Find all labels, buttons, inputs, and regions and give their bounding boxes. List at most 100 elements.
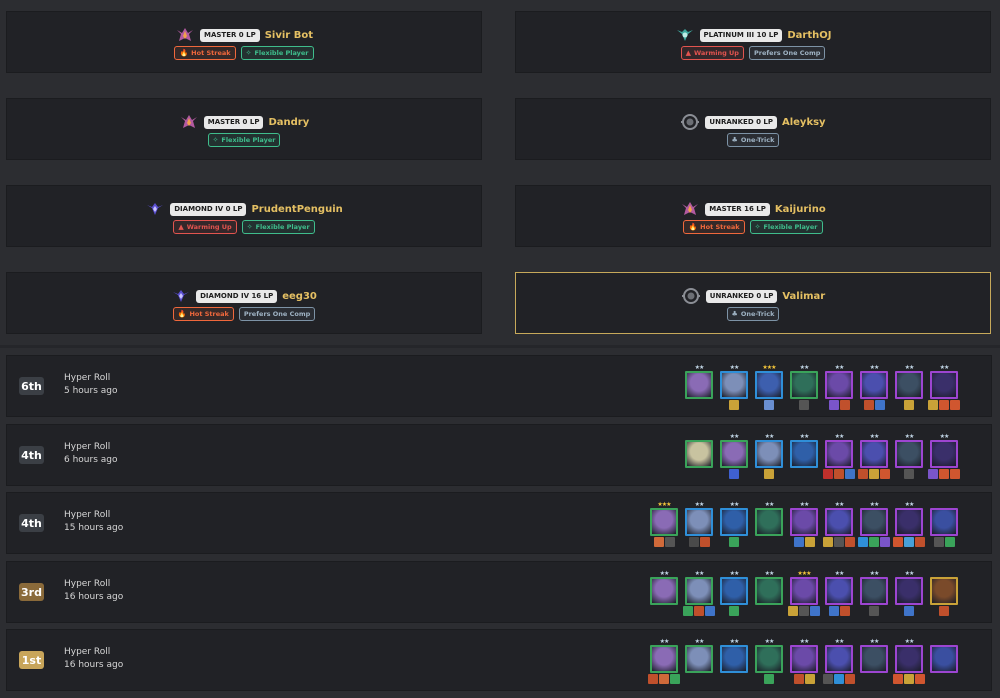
item-icon[interactable] [928, 400, 938, 410]
item-icon[interactable] [729, 537, 739, 547]
player-card[interactable]: MASTER 16 LP Kaijurino 🔥 Hot Streak ✧ Flexibl… [515, 185, 991, 247]
item-icon[interactable] [863, 400, 874, 410]
player-name[interactable]: Dandry [268, 117, 309, 128]
item-icon[interactable] [845, 674, 855, 684]
item-icon[interactable] [939, 606, 949, 616]
unit[interactable]: ★★ [684, 501, 714, 547]
unit[interactable]: ★★ [858, 501, 890, 547]
unit[interactable]: ★★ [789, 501, 819, 547]
unit[interactable]: ★★ [823, 501, 855, 547]
unit[interactable]: ★★ [719, 570, 749, 616]
item-icon[interactable] [834, 469, 844, 479]
player-card[interactable]: DIAMOND IV 0 LP PrudentPenguin ▲ Warming Up… [6, 185, 482, 247]
player-name[interactable]: Aleyksy [782, 117, 826, 128]
unit[interactable]: ★★ [648, 638, 680, 684]
item-icon[interactable] [799, 400, 809, 410]
unit[interactable]: ★★ [789, 433, 819, 479]
item-icon[interactable] [828, 606, 839, 616]
player-card[interactable]: PLATINUM III 10 LP DarthOJ ▲ Warming Up Pref… [515, 11, 991, 73]
unit[interactable] [929, 501, 959, 547]
item-icon[interactable] [694, 606, 704, 616]
unit[interactable]: ★★ [719, 638, 749, 684]
match-row[interactable]: 6th Hyper Roll 5 hours ago ★★ ★★ ★★★ ★★ ★★ ★★ ★★ ★… [6, 355, 992, 417]
player-name[interactable]: Sivir Bot [265, 30, 313, 41]
unit[interactable]: ★★ [859, 570, 889, 616]
item-icon[interactable] [904, 400, 914, 410]
item-icon[interactable] [933, 537, 944, 547]
item-icon[interactable] [683, 606, 693, 616]
unit[interactable]: ★★ [684, 364, 714, 410]
item-icon[interactable] [839, 400, 850, 410]
player-name[interactable]: PrudentPenguin [251, 204, 342, 215]
unit[interactable]: ★★ [754, 570, 784, 616]
unit[interactable]: ★★ [894, 570, 924, 616]
item-icon[interactable] [834, 674, 844, 684]
item-icon[interactable] [659, 674, 669, 684]
match-row[interactable]: 4th Hyper Roll 15 hours ago ★★★ ★★ ★★ ★★ ★★ ★★ ★★… [6, 492, 992, 554]
unit[interactable]: ★★ [893, 638, 925, 684]
match-row[interactable]: 3rd Hyper Roll 16 hours ago ★★ ★★ ★★ ★★ ★★★ ★★ ★★… [6, 561, 992, 623]
player-card[interactable]: UNRANKED 0 LP Valimar ♣ One-Trick [515, 272, 991, 334]
unit[interactable]: ★★★ [649, 501, 679, 547]
item-icon[interactable] [670, 674, 680, 684]
item-icon[interactable] [858, 537, 868, 547]
unit[interactable]: ★★ [719, 433, 749, 479]
item-icon[interactable] [764, 469, 774, 479]
item-icon[interactable] [729, 606, 739, 616]
item-icon[interactable] [950, 469, 960, 479]
item-icon[interactable] [858, 469, 868, 479]
unit[interactable]: ★★ [858, 433, 890, 479]
item-icon[interactable] [828, 400, 839, 410]
match-row[interactable]: 4th Hyper Roll 6 hours ago ★★ ★★ ★★ ★★ ★★ ★★ ★★ [6, 424, 992, 486]
item-icon[interactable] [648, 674, 658, 684]
unit[interactable]: ★★ [649, 570, 679, 616]
item-icon[interactable] [904, 674, 914, 684]
unit[interactable] [929, 638, 959, 684]
item-icon[interactable] [893, 537, 903, 547]
item-icon[interactable] [764, 674, 774, 684]
unit[interactable]: ★★ [754, 433, 784, 479]
item-icon[interactable] [845, 469, 855, 479]
player-card[interactable]: UNRANKED 0 LP Aleyksy ♣ One-Trick [515, 98, 991, 160]
item-icon[interactable] [729, 469, 739, 479]
item-icon[interactable] [799, 606, 809, 616]
item-icon[interactable] [664, 537, 675, 547]
item-icon[interactable] [688, 537, 699, 547]
item-icon[interactable] [804, 674, 815, 684]
player-card[interactable]: MASTER 0 LP Dandry ✧ Flexible Player [6, 98, 482, 160]
unit[interactable]: ★★ [859, 638, 889, 684]
item-icon[interactable] [729, 400, 739, 410]
unit[interactable]: ★★ [789, 638, 819, 684]
item-icon[interactable] [880, 537, 890, 547]
item-icon[interactable] [804, 537, 815, 547]
item-icon[interactable] [653, 537, 664, 547]
unit[interactable]: ★★ [754, 638, 784, 684]
player-name[interactable]: Valimar [782, 291, 825, 302]
player-card[interactable]: DIAMOND IV 16 LP eeg30 🔥 Hot Streak Prefers … [6, 272, 482, 334]
item-icon[interactable] [869, 606, 879, 616]
item-icon[interactable] [950, 400, 960, 410]
item-icon[interactable] [793, 537, 804, 547]
unit[interactable]: ★★ [684, 638, 714, 684]
unit[interactable] [929, 570, 959, 616]
unit[interactable] [684, 433, 714, 479]
player-name[interactable]: eeg30 [282, 291, 317, 302]
item-icon[interactable] [823, 674, 833, 684]
unit[interactable]: ★★★ [754, 364, 784, 410]
unit[interactable]: ★★ [823, 433, 855, 479]
item-icon[interactable] [869, 537, 879, 547]
unit[interactable]: ★★ [789, 364, 819, 410]
unit[interactable]: ★★ [894, 433, 924, 479]
unit[interactable]: ★★ [823, 638, 855, 684]
item-icon[interactable] [764, 400, 774, 410]
item-icon[interactable] [904, 606, 914, 616]
unit[interactable]: ★★ [719, 364, 749, 410]
unit[interactable]: ★★ [893, 501, 925, 547]
item-icon[interactable] [823, 537, 833, 547]
unit[interactable]: ★★★ [788, 570, 820, 616]
item-icon[interactable] [904, 537, 914, 547]
match-row[interactable]: 1st Hyper Roll 16 hours ago ★★ ★★ ★★ ★★ ★★ ★★ ★★ ★… [6, 629, 992, 691]
item-icon[interactable] [915, 537, 925, 547]
item-icon[interactable] [788, 606, 798, 616]
unit[interactable]: ★★ [928, 364, 960, 410]
